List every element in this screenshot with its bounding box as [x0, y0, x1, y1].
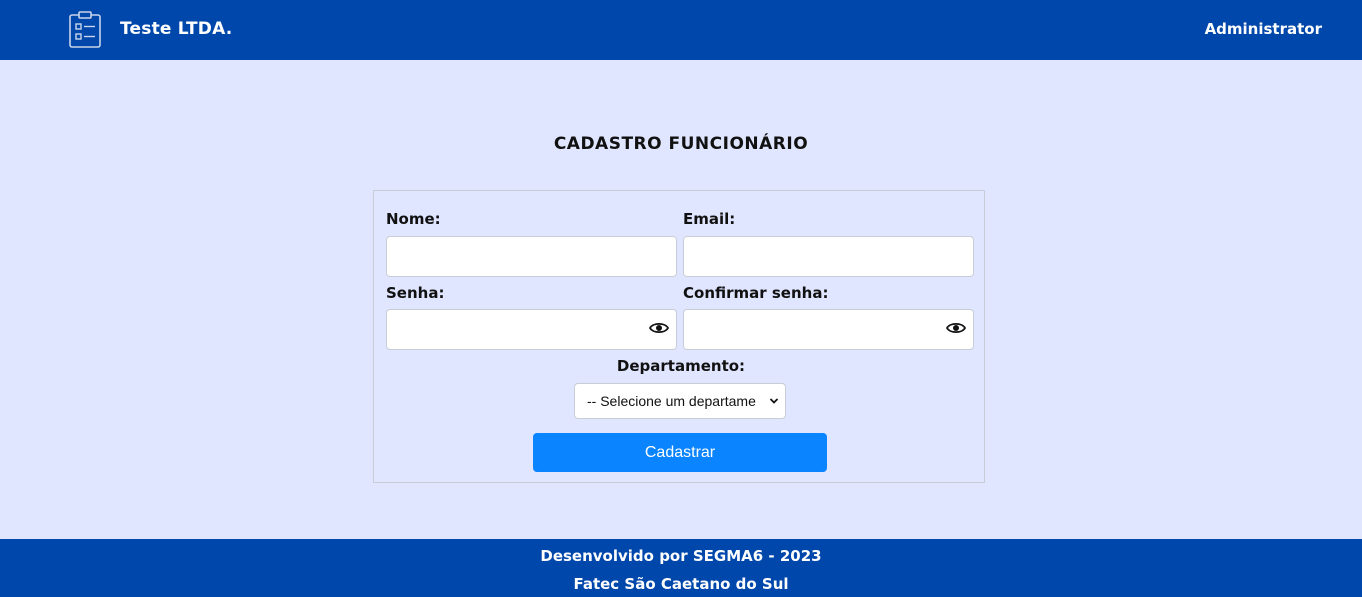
footer: Desenvolvido por SEGMA6 - 2023 Fatec São…: [0, 539, 1362, 597]
cadastrar-button[interactable]: Cadastrar: [533, 433, 827, 472]
top-navbar: Teste LTDA. Administrator: [0, 0, 1362, 60]
eye-icon[interactable]: [946, 321, 966, 335]
page-title: CADASTRO FUNCIONÁRIO: [553, 134, 809, 154]
email-label: Email:: [683, 210, 736, 228]
brand-title[interactable]: Teste LTDA.: [120, 19, 232, 39]
footer-credits: Desenvolvido por SEGMA6 - 2023: [540, 547, 822, 565]
senha-input[interactable]: [386, 309, 677, 350]
user-menu[interactable]: Administrator: [1205, 20, 1322, 38]
nome-label: Nome:: [386, 210, 441, 228]
senha-label: Senha:: [386, 284, 445, 302]
departamento-label: Departamento:: [616, 357, 746, 375]
departamento-select[interactable]: -- Selecione um departame: [574, 383, 786, 419]
confirmar-senha-input[interactable]: [683, 309, 974, 350]
eye-icon[interactable]: [649, 321, 669, 335]
clipboard-list-icon[interactable]: [68, 11, 102, 49]
confirmar-senha-label: Confirmar senha:: [683, 284, 829, 302]
nome-input[interactable]: [386, 236, 677, 277]
chevron-down-icon: [769, 398, 779, 404]
footer-institution: Fatec São Caetano do Sul: [573, 575, 789, 593]
departamento-selected-value: -- Selecione um departame: [587, 393, 756, 409]
email-input[interactable]: [683, 236, 974, 277]
